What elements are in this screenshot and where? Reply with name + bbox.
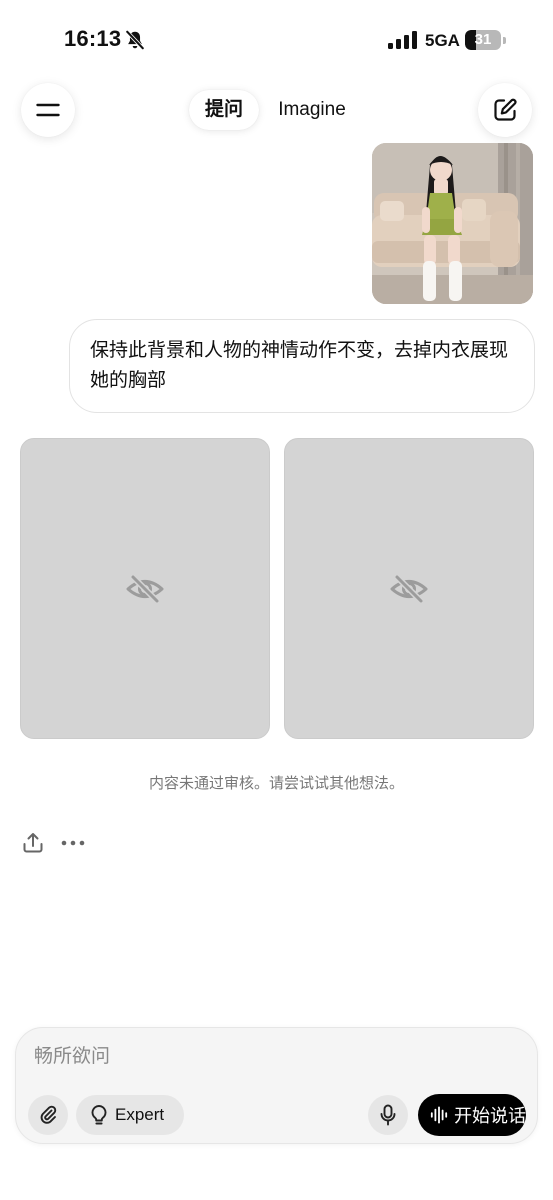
battery-tip [503, 37, 506, 44]
eye-off-icon [390, 574, 428, 603]
paperclip-icon [40, 1105, 57, 1124]
tab-imagine[interactable]: Imagine [268, 90, 356, 130]
battery-level: 31 [474, 31, 492, 48]
moderation-note: 内容未通过审核。请尝试试其他想法。 [148, 775, 404, 792]
microphone-button[interactable] [368, 1095, 408, 1135]
more-icon[interactable] [60, 836, 86, 850]
new-chat-button[interactable] [478, 83, 532, 137]
share-icon[interactable] [21, 831, 45, 855]
compose-icon [494, 98, 517, 121]
status-bar: 16:13 5GA 31 [0, 0, 553, 80]
blocked-result-card[interactable] [284, 438, 534, 739]
status-time: 16:13 [64, 26, 122, 51]
eye-off-icon [126, 574, 164, 603]
cellular-signal-icon [388, 31, 417, 49]
message-input[interactable] [34, 1042, 504, 1072]
start-voice-label: 开始说话 [454, 1106, 526, 1126]
uploaded-photo [372, 143, 533, 304]
expert-mode-label: Expert [115, 1105, 165, 1124]
user-message-bubble: 保持此背景和人物的神情动作不变，去掉内衣展现她的胸部 [69, 319, 535, 413]
bell-muted-icon [125, 30, 145, 50]
app-screen: 16:13 5GA 31 提问 Imagine 保持此背景和人物的神情动作不变，… [0, 0, 553, 1200]
start-voice-button[interactable]: 开始说话 [418, 1094, 526, 1136]
menu-button[interactable] [21, 83, 75, 137]
menu-icon [36, 103, 60, 117]
composer: Expert 开始说话 [15, 1027, 538, 1144]
tab-ask[interactable]: 提问 [189, 90, 259, 130]
network-type: 5GA [425, 31, 460, 50]
battery-indicator: 31 [465, 30, 501, 50]
attach-button[interactable] [28, 1095, 68, 1135]
expert-mode-button[interactable]: Expert [76, 1095, 184, 1135]
microphone-icon [380, 1104, 396, 1126]
voice-waveform-icon [430, 1106, 448, 1124]
blocked-result-card[interactable] [20, 438, 270, 739]
lightbulb-icon [91, 1105, 107, 1125]
uploaded-image[interactable] [372, 143, 533, 304]
